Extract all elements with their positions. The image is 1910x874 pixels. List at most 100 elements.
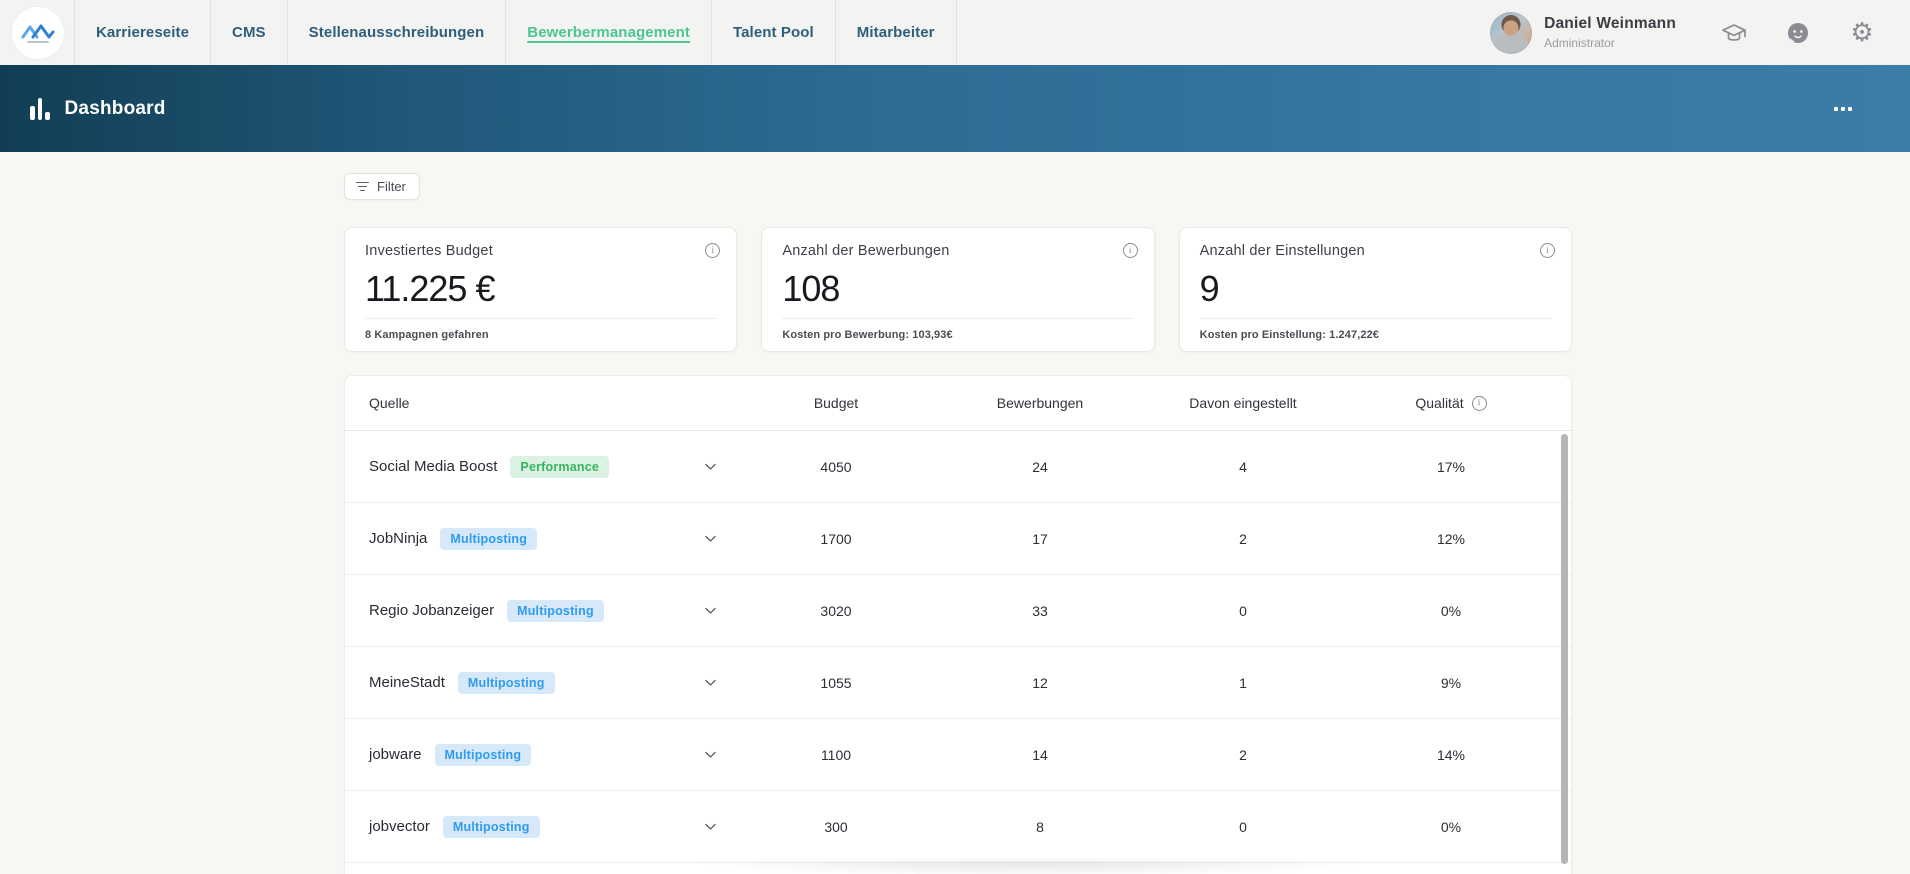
col-bewerbungen: Bewerbungen: [996, 395, 1084, 411]
chevron-down-icon[interactable]: [705, 607, 725, 614]
stat-value: 108: [782, 268, 840, 309]
quality-value: 0%: [1440, 818, 1462, 835]
col-qualitaet: Qualität: [1381, 395, 1521, 411]
quality-value: 14%: [1436, 746, 1466, 763]
budget-value: 1100: [820, 746, 852, 763]
sources-table: Quelle Budget Bewerbungen Davon eingeste…: [344, 375, 1572, 874]
table-row: jobware Multiposting 1100 14 2 14%: [345, 719, 1571, 791]
logo-circle: [12, 6, 64, 59]
bar-chart-icon: [30, 97, 50, 120]
chevron-down-icon[interactable]: [705, 823, 725, 830]
stat-value: 11.225 €: [365, 268, 495, 309]
stat-footer: 8 Kampagnen gefahren: [365, 318, 717, 351]
col-qualitaet-label: Qualität: [1415, 395, 1464, 411]
source-name: Social Media Boost: [369, 458, 498, 475]
page-title: Dashboard: [64, 97, 166, 119]
col-budget: Budget: [813, 395, 859, 411]
app-logo[interactable]: [0, 0, 74, 65]
table-row: Regio Jobanzeiger Multiposting 3020 33 0…: [345, 575, 1571, 647]
quality-value: 0%: [1440, 602, 1462, 619]
info-icon[interactable]: [1539, 243, 1555, 258]
col-quelle: Quelle: [369, 395, 410, 411]
nav-item-mitarbeiter[interactable]: Mitarbeiter: [836, 0, 957, 65]
stat-card-hires: Anzahl der Einstellungen 9 Kosten pro Ei…: [1178, 227, 1572, 352]
support-icon[interactable]: [1766, 21, 1830, 45]
stat-title: Anzahl der Einstellungen: [1199, 243, 1365, 259]
source-type-badge: Performance: [510, 455, 610, 478]
hired-value: 2: [1239, 746, 1247, 763]
chevron-down-icon[interactable]: [705, 679, 725, 686]
more-menu-icon[interactable]: [1828, 101, 1858, 117]
hired-value: 4: [1239, 458, 1247, 475]
filter-label: Filter: [377, 179, 406, 194]
stat-footer: Kosten pro Bewerbung: 103,93€: [782, 318, 1134, 351]
hired-value: 1: [1239, 674, 1247, 691]
budget-value: 1055: [820, 674, 852, 691]
logo-subtext: [27, 40, 49, 43]
user-area: Daniel Weinmann Administrator: [1490, 0, 1910, 65]
chevron-down-icon[interactable]: [705, 535, 725, 542]
table-row: jobvector Multiposting 300 8 0 0%: [345, 791, 1571, 863]
table-header: Quelle Budget Bewerbungen Davon eingeste…: [345, 376, 1571, 431]
budget-value: 3020: [820, 602, 852, 619]
avatar[interactable]: [1490, 11, 1533, 54]
source-name: Regio Jobanzeiger: [369, 602, 495, 619]
stat-card-budget: Investiertes Budget 11.225 € 8 Kampagnen…: [344, 227, 738, 352]
source-name: jobvector: [369, 818, 430, 835]
source-name: JobNinja: [369, 530, 428, 547]
nav-item-bewerbermanagement[interactable]: Bewerbermanagement: [506, 0, 712, 65]
budget-value: 300: [824, 818, 848, 835]
source-type-badge: Multiposting: [440, 527, 538, 550]
budget-value: 4050: [820, 458, 852, 475]
quality-value: 17%: [1436, 458, 1466, 475]
nav-item-cms[interactable]: CMS: [211, 0, 288, 65]
graduation-cap-icon[interactable]: [1702, 21, 1766, 45]
nav-item-stellenausschreibungen[interactable]: Stellenausschreibungen: [288, 0, 507, 65]
source-name: MeineStadt: [369, 674, 445, 691]
stat-card-applications: Anzahl der Bewerbungen 108 Kosten pro Be…: [761, 227, 1155, 352]
source-name: jobware: [369, 746, 422, 763]
budget-value: 1700: [820, 530, 852, 547]
info-icon[interactable]: [705, 243, 721, 258]
quality-value: 12%: [1436, 530, 1466, 547]
applications-value: 14: [1032, 746, 1048, 763]
stat-footer: Kosten pro Einstellung: 1.247,22€: [1199, 318, 1551, 351]
info-icon[interactable]: [1471, 395, 1487, 411]
user-role: Administrator: [1544, 36, 1615, 50]
filter-icon: [356, 181, 369, 192]
logo-mark-icon: [21, 24, 55, 38]
user-info[interactable]: Daniel Weinmann Administrator: [1544, 15, 1676, 50]
info-icon[interactable]: [1122, 243, 1138, 258]
chevron-down-icon[interactable]: [705, 463, 725, 470]
applications-value: 24: [1032, 458, 1048, 475]
main-nav: Karriereseite CMS Stellenausschreibungen…: [74, 0, 957, 65]
nav-item-karriereseite[interactable]: Karriereseite: [75, 0, 212, 65]
table-row: JobNinja Multiposting 1700 17 2 12%: [345, 503, 1571, 575]
source-type-badge: Multiposting: [457, 671, 555, 694]
source-type-badge: Multiposting: [442, 815, 540, 838]
table-row: Social Media Boost Performance 4050 24 4…: [345, 431, 1571, 503]
table-scrollbar[interactable]: [1561, 434, 1568, 864]
quality-value: 9%: [1440, 674, 1462, 691]
user-name: Daniel Weinmann: [1544, 15, 1676, 32]
stat-value: 9: [1199, 268, 1220, 309]
top-navigation: Karriereseite CMS Stellenausschreibungen…: [0, 0, 1910, 65]
hired-value: 2: [1239, 530, 1247, 547]
source-type-badge: Multiposting: [434, 743, 532, 766]
col-davon-eingestellt: Davon eingestellt: [1189, 395, 1297, 411]
nav-item-talent-pool[interactable]: Talent Pool: [712, 0, 836, 65]
settings-gear-icon[interactable]: [1830, 18, 1894, 48]
applications-value: 33: [1032, 602, 1048, 619]
dashboard-content: Filter Investiertes Budget 11.225 € 8 Ka…: [344, 152, 1572, 874]
source-type-badge: Multiposting: [507, 599, 604, 622]
hired-value: 0: [1239, 818, 1247, 835]
stat-title: Investiertes Budget: [365, 243, 493, 259]
applications-value: 12: [1032, 674, 1048, 691]
page-header: Dashboard: [0, 65, 1910, 152]
chevron-down-icon[interactable]: [705, 751, 725, 758]
applications-value: 8: [1036, 818, 1044, 835]
table-row: MeineStadt Multiposting 1055 12 1 9%: [345, 647, 1571, 719]
applications-value: 17: [1032, 530, 1048, 547]
hired-value: 0: [1239, 602, 1247, 619]
filter-button[interactable]: Filter: [344, 173, 420, 200]
